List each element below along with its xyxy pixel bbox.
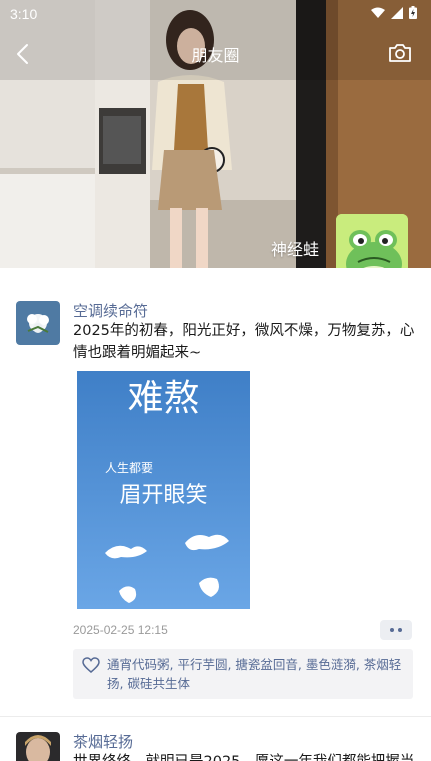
camera-button[interactable] <box>387 40 413 66</box>
profile-name[interactable]: 神经蛙 <box>271 236 319 260</box>
post-timestamp: 2025-02-25 12:15 <box>73 623 168 637</box>
post-author-avatar[interactable] <box>16 732 60 761</box>
page-title: 朋友圈 <box>191 46 240 65</box>
post-author-name[interactable]: 茶烟轻扬 <box>73 731 133 752</box>
post-author-avatar[interactable] <box>16 301 60 345</box>
person-avatar-image <box>16 732 60 761</box>
moment-post: 空调续命符 2025年的初春，阳光正好，微风不燥，万物复苏，心情也跟着明媚起来~ <box>0 268 431 728</box>
status-icons <box>371 6 417 19</box>
dot-icon <box>398 628 402 632</box>
post-more-button[interactable] <box>380 620 412 640</box>
flower-avatar-image <box>16 301 60 345</box>
camera-icon <box>389 44 411 62</box>
status-bar: 3:10 <box>0 0 431 30</box>
dot-icon <box>390 628 394 632</box>
status-time: 3:10 <box>10 6 38 22</box>
wifi-icon <box>371 7 385 18</box>
likes-list[interactable]: 通宵代码粥, 平行芋圆, 搪瓷盆回音, 墨色涟漪, 茶烟轻扬, 碳硅共生体 <box>107 655 405 693</box>
post-text: 世界终终，就明已是2025，愿这一年我们都能把握当下 <box>73 751 418 761</box>
poster-title: 难熬 <box>127 378 200 419</box>
signal-icon <box>391 6 403 19</box>
heart-icon <box>82 657 100 673</box>
post-text: 2025年的初春，阳光正好，微风不燥，万物复苏，心情也跟着明媚起来~ <box>73 323 415 361</box>
likes-box: 通宵代码粥, 平行芋圆, 搪瓷盆回音, 墨色涟漪, 茶烟轻扬, 碳硅共生体 <box>73 649 413 699</box>
poster-slogan: 眉开眼笑 <box>119 483 208 508</box>
post-author-name[interactable]: 空调续命符 <box>73 300 148 321</box>
battery-icon <box>409 6 417 19</box>
post-image[interactable]: 难熬 人生都要 眉开眼笑 <box>77 371 250 609</box>
moments-feed[interactable]: 空调续命符 2025年的初春，阳光正好，微风不燥，万物复苏，心情也跟着明媚起来~ <box>0 268 431 761</box>
poster-subtitle: 人生都要 <box>105 461 154 475</box>
moment-post: 茶烟轻扬 世界终终，就明已是2025，愿这一年我们都能把握当下 <box>0 716 431 761</box>
